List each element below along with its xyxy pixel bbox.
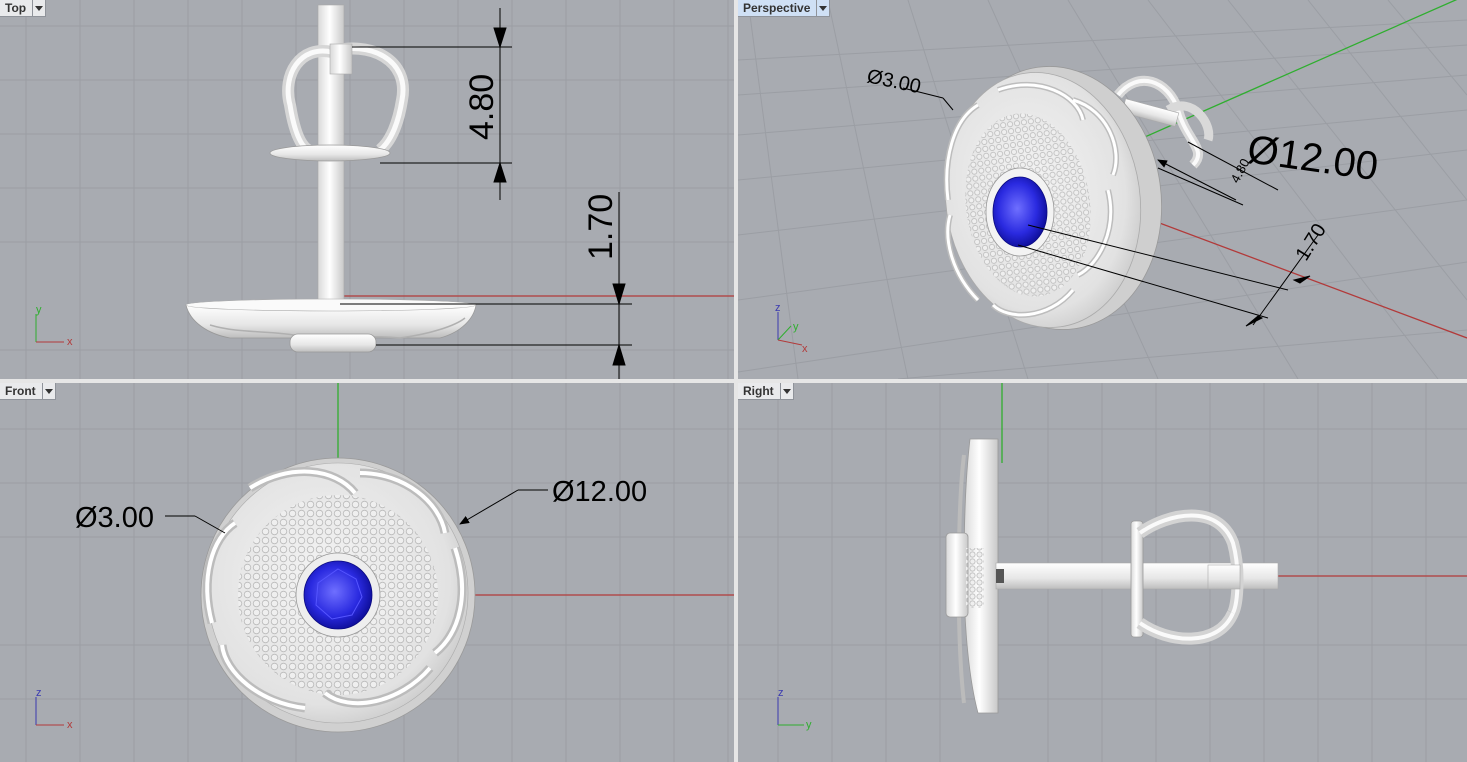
viewport-top[interactable]: 4.80 1.70 y x Top <box>0 0 734 379</box>
axis-label-x: x <box>67 719 73 731</box>
viewport-title: Top <box>5 1 27 15</box>
axis-icon <box>777 697 804 726</box>
axis-label-x: x <box>67 336 73 348</box>
top-scene: 4.80 1.70 y x <box>0 0 734 379</box>
stone-setting <box>945 532 969 618</box>
dim-height: 1.70 <box>1292 220 1331 265</box>
crown-tube <box>329 43 353 75</box>
dim-stone-diameter: Ø3.00 <box>75 502 154 534</box>
viewport-tab-top[interactable]: Top <box>0 0 47 17</box>
viewport-tab-front[interactable]: Front <box>0 383 56 400</box>
axis-label-y: y <box>36 304 42 316</box>
axis-icon <box>35 314 64 343</box>
viewport-title: Front <box>5 384 36 398</box>
axis-label-x: x <box>802 343 808 355</box>
sapphire-stone <box>992 176 1048 248</box>
crown-loop-bottom <box>1136 610 1239 645</box>
axis-label-y: y <box>793 321 799 333</box>
viewport-perspective[interactable]: Ø3.00 Ø12.00 4.80 1.70 z y x Perspective <box>738 0 1467 379</box>
viewport-menu-dropdown-icon[interactable] <box>32 0 45 16</box>
axis-label-z: z <box>36 687 42 699</box>
viewport-menu-dropdown-icon[interactable] <box>779 383 793 399</box>
axis-label-z: z <box>778 687 784 699</box>
viewport-menu-dropdown-icon[interactable] <box>41 383 55 399</box>
stone-setting-bottom <box>289 333 377 353</box>
dim-stone-diameter: Ø3.00 <box>865 65 923 98</box>
viewport-tab-perspective[interactable]: Perspective <box>738 0 831 17</box>
axis-label-z: z <box>775 302 781 314</box>
viewport-title: Right <box>743 384 774 398</box>
dim-head-diameter: Ø12.00 <box>1245 127 1381 189</box>
y-axis-line <box>1137 0 1458 141</box>
perspective-scene: Ø3.00 Ø12.00 4.80 1.70 z y x <box>738 0 1467 379</box>
crown-base-ring <box>269 144 391 162</box>
axis-icon <box>35 697 64 726</box>
viewport-right[interactable]: z y Right <box>738 383 1467 762</box>
axis-label-y: y <box>806 719 812 731</box>
viewport-grid: 4.80 1.70 y x Top Ø3.00 Ø12.00 4.80 1.70… <box>0 0 1467 762</box>
right-scene: z y <box>738 383 1467 762</box>
viewport-menu-dropdown-icon[interactable] <box>816 0 829 16</box>
dim-head-height: 1.70 <box>582 194 620 260</box>
front-scene: Ø3.00 Ø12.00 z x <box>0 383 734 762</box>
viewport-title: Perspective <box>743 1 811 15</box>
viewport-front[interactable]: Ø3.00 Ø12.00 z x Front <box>0 383 734 762</box>
crown-base <box>1130 520 1144 638</box>
crown-tube <box>1207 564 1241 590</box>
dim-crown-height: 4.80 <box>463 74 501 140</box>
viewport-tab-right[interactable]: Right <box>738 383 794 400</box>
dim-head-diameter: Ø12.00 <box>552 476 647 508</box>
